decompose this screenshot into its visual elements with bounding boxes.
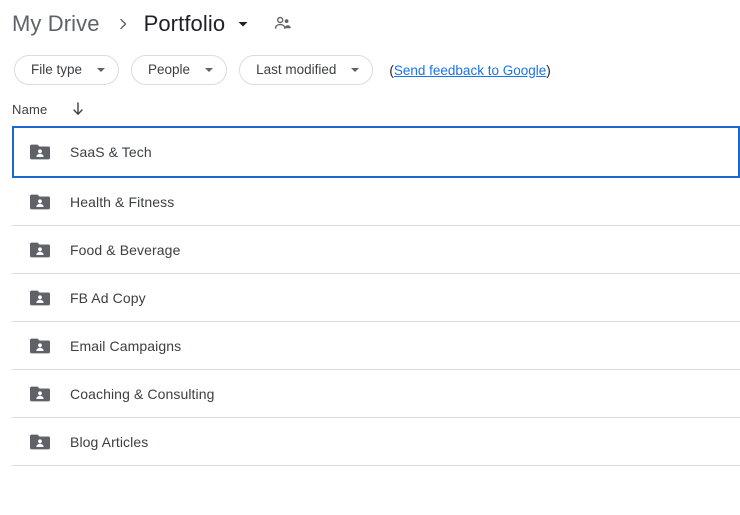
table-row[interactable]: Blog Articles bbox=[12, 418, 740, 466]
file-name: Coaching & Consulting bbox=[70, 386, 215, 402]
chevron-down-icon bbox=[204, 65, 214, 75]
shared-folder-icon bbox=[28, 238, 52, 262]
column-header-name[interactable]: Name bbox=[12, 102, 47, 117]
filter-chip-last-modified[interactable]: Last modified bbox=[239, 55, 374, 85]
filter-chip-people-label: People bbox=[148, 62, 191, 78]
people-icon[interactable] bbox=[271, 12, 295, 36]
shared-folder-icon bbox=[28, 286, 52, 310]
breadcrumb: My Drive Portfolio bbox=[0, 0, 740, 48]
filter-chip-last-modified-label: Last modified bbox=[256, 62, 337, 78]
shared-folder-icon bbox=[28, 430, 52, 454]
file-name: Email Campaigns bbox=[70, 338, 182, 354]
table-row[interactable]: Email Campaigns bbox=[12, 322, 740, 370]
file-name: FB Ad Copy bbox=[70, 290, 146, 306]
filter-chip-file-type-label: File type bbox=[31, 62, 83, 78]
shared-folder-icon bbox=[28, 382, 52, 406]
file-name: Food & Beverage bbox=[70, 242, 181, 258]
column-header-row: Name bbox=[0, 92, 740, 126]
file-name: SaaS & Tech bbox=[70, 144, 152, 160]
row-divider bbox=[12, 465, 740, 466]
shared-folder-icon bbox=[28, 140, 52, 164]
filter-chip-people[interactable]: People bbox=[131, 55, 228, 85]
arrow-down-icon[interactable] bbox=[71, 101, 85, 117]
chevron-down-icon bbox=[350, 65, 360, 75]
shared-folder-icon bbox=[28, 334, 52, 358]
chevron-down-icon bbox=[96, 65, 106, 75]
table-row[interactable]: Health & Fitness bbox=[12, 178, 740, 226]
filter-chip-file-type[interactable]: File type bbox=[14, 55, 120, 85]
chevron-down-icon[interactable] bbox=[237, 18, 249, 30]
file-name: Blog Articles bbox=[70, 434, 149, 450]
send-feedback: (Send feedback to Google) bbox=[389, 63, 550, 78]
breadcrumb-item-my-drive[interactable]: My Drive bbox=[12, 11, 100, 37]
file-list: SaaS & Tech Health & Fitness Food & Beve… bbox=[0, 128, 740, 466]
table-row[interactable]: SaaS & Tech bbox=[12, 128, 740, 178]
table-row[interactable]: Food & Beverage bbox=[12, 226, 740, 274]
breadcrumb-item-portfolio[interactable]: Portfolio bbox=[144, 11, 226, 37]
shared-folder-icon bbox=[28, 190, 52, 214]
breadcrumb-separator-icon bbox=[116, 17, 130, 31]
feedback-close-paren: ) bbox=[546, 62, 551, 78]
send-feedback-link[interactable]: Send feedback to Google bbox=[394, 63, 546, 78]
table-row[interactable]: Coaching & Consulting bbox=[12, 370, 740, 418]
file-name: Health & Fitness bbox=[70, 194, 175, 210]
filter-bar: File type People Last modified (Send fee… bbox=[0, 48, 740, 92]
table-row[interactable]: FB Ad Copy bbox=[12, 274, 740, 322]
